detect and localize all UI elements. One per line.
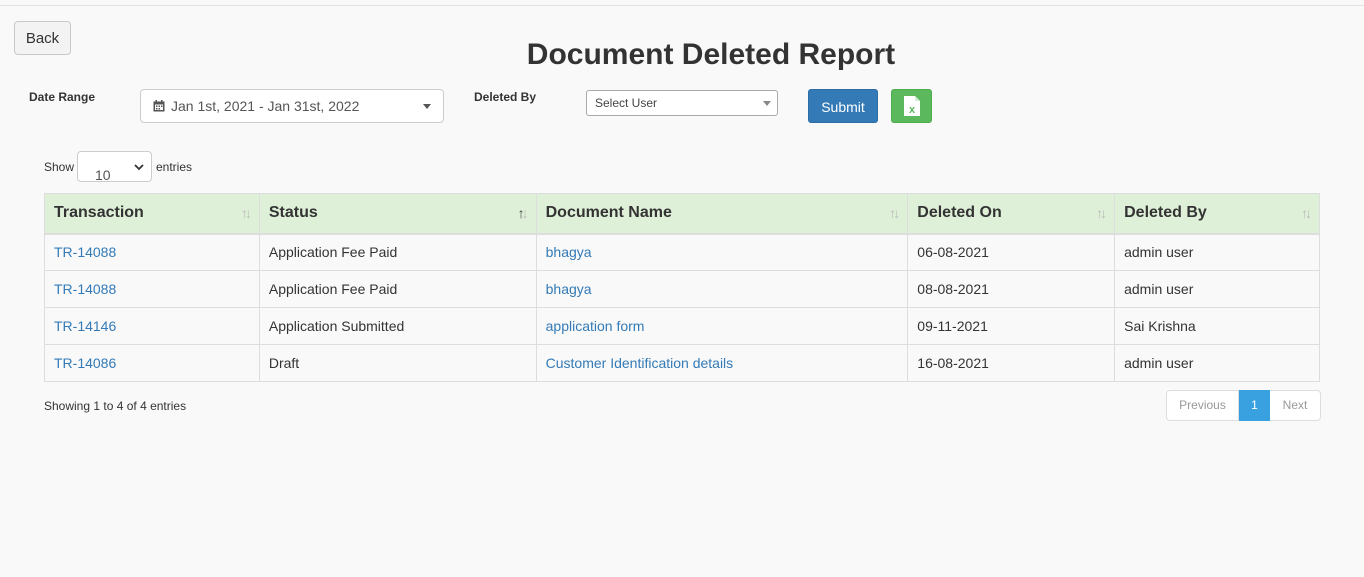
document-link[interactable]: bhagya [546,244,592,260]
next-page-button[interactable]: Next [1270,390,1321,421]
transaction-link[interactable]: TR-14088 [54,244,116,260]
deleted-by-select[interactable]: Select User [586,90,778,116]
date-range-value: Jan 1st, 2021 - Jan 31st, 2022 [171,98,360,114]
table-row: TR-14088 Application Fee Paid bhagya 06-… [44,233,1320,271]
cell-document: bhagya [535,233,909,271]
column-header-document-name[interactable]: Document Name ↑↓ [535,193,909,235]
svg-text:x: x [909,104,916,116]
excel-export-icon: x [904,96,920,116]
cell-status: Application Fee Paid [258,233,537,271]
excel-export-button[interactable]: x [891,89,932,123]
table-row: TR-14088 Application Fee Paid bhagya 08-… [44,270,1320,308]
sort-ascending-icon: ↑↓ [517,205,529,221]
cell-deleted-by: admin user [1114,270,1320,308]
cell-deleted-by: admin user [1114,233,1320,271]
cell-document: application form [535,307,909,345]
sort-icon: ↑↓ [240,205,252,221]
transaction-link[interactable]: TR-14088 [54,281,116,297]
page-title: Document Deleted Report [526,38,896,71]
transaction-link[interactable]: TR-14146 [54,318,116,334]
cell-deleted-on: 09-11-2021 [907,307,1116,345]
column-header-status[interactable]: Status ↑↓ [258,193,537,235]
chevron-down-icon [423,104,431,109]
cell-deleted-by: Sai Krishna [1114,307,1320,345]
cell-status: Application Fee Paid [258,270,537,308]
date-range-picker[interactable]: Jan 1st, 2021 - Jan 31st, 2022 [140,89,444,123]
column-header-transaction[interactable]: Transaction ↑↓ [44,193,260,235]
sort-icon: ↑↓ [889,205,900,221]
cell-status: Application Submitted [258,307,537,345]
page-button-current[interactable]: 1 [1239,390,1270,421]
cell-deleted-on: 06-08-2021 [907,233,1116,271]
cell-transaction: TR-14088 [44,233,260,271]
pagination: Previous 1 Next [1166,390,1321,421]
table-row: TR-14086 Draft Customer Identification d… [44,344,1320,382]
cell-document: bhagya [535,270,909,308]
document-link[interactable]: Customer Identification details [546,355,734,371]
column-header-deleted-by[interactable]: Deleted By ↑↓ [1114,193,1320,235]
deleted-by-label: Deleted By [474,90,537,104]
submit-button[interactable]: Submit [808,89,878,123]
cell-document: Customer Identification details [535,344,909,382]
date-range-label: Date Range [29,90,96,104]
transaction-link[interactable]: TR-14086 [54,355,116,371]
cell-deleted-on: 08-08-2021 [907,270,1116,308]
top-divider [0,5,1364,6]
entries-label: entries [156,160,193,174]
table-info: Showing 1 to 4 of 4 entries [44,399,187,413]
cell-deleted-on: 16-08-2021 [907,344,1116,382]
cell-status: Draft [258,344,537,382]
document-link[interactable]: bhagya [546,281,592,297]
deleted-by-value: Select User [595,96,658,110]
calendar-icon [153,100,165,112]
table-row: TR-14146 Application Submitted applicati… [44,307,1320,345]
document-link[interactable]: application form [546,318,645,334]
cell-transaction: TR-14086 [44,344,260,382]
sort-icon: ↑↓ [1301,205,1312,221]
sort-icon: ↑↓ [1096,205,1107,221]
show-label: Show [44,160,75,174]
deleted-documents-table: Transaction ↑↓ Status ↑↓ Document Name ↑… [44,193,1320,382]
previous-page-button[interactable]: Previous [1166,390,1239,421]
entries-length-value: 10 [95,167,111,183]
cell-deleted-by: admin user [1114,344,1320,382]
chevron-down-icon [134,164,144,171]
column-header-deleted-on[interactable]: Deleted On ↑↓ [907,193,1116,235]
cell-transaction: TR-14146 [44,307,260,345]
entries-length-select[interactable]: 10 [77,151,152,183]
table-header-row: Transaction ↑↓ Status ↑↓ Document Name ↑… [44,193,1320,235]
chevron-down-icon [763,101,771,106]
cell-transaction: TR-14088 [44,270,260,308]
